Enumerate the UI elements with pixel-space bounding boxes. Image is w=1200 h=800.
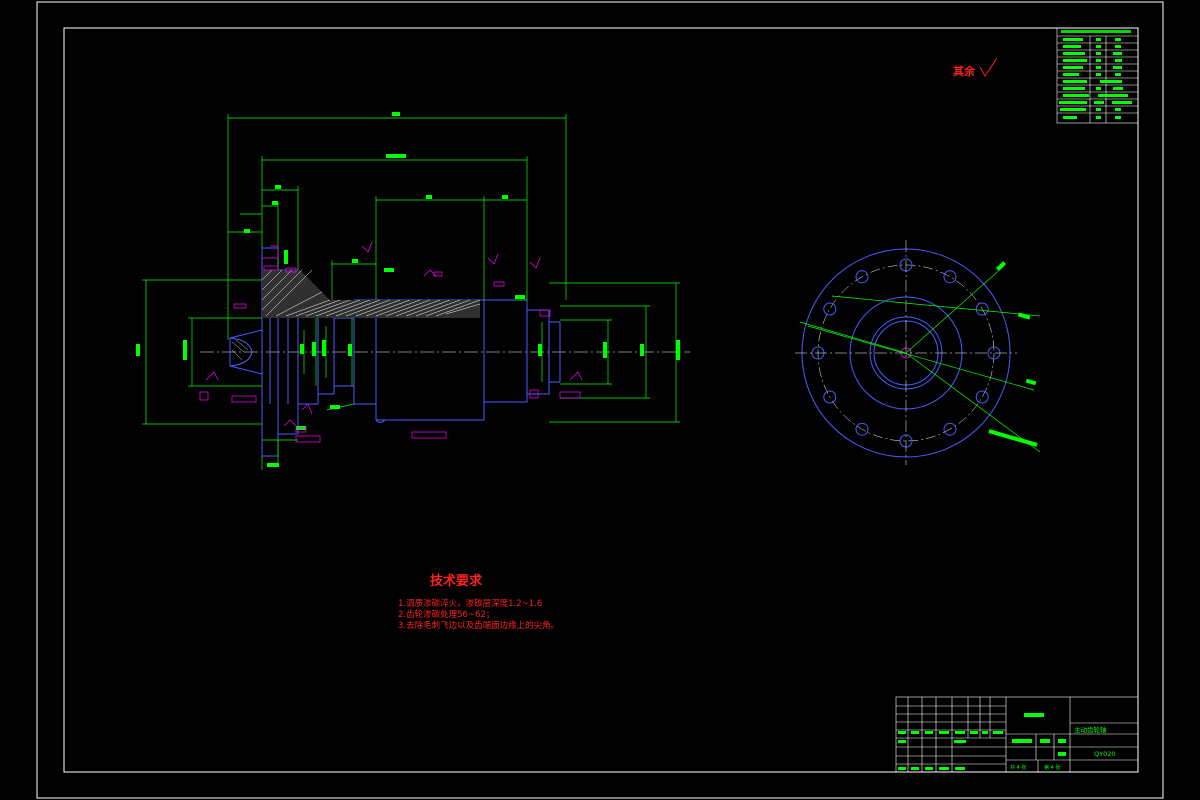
flange-end-view [795, 240, 1041, 465]
dimension-text-marks [136, 112, 680, 467]
tech-req-item-2: 2.齿轮渗碳处理56~62； [398, 609, 494, 620]
title-block [895, 696, 1139, 773]
end-view-centerlines [795, 240, 1017, 465]
tech-req-title: 技术要求 [430, 573, 483, 589]
part-name: 主动齿轮轴 [1074, 725, 1107, 734]
drawing-canvas: 其余 技术要求 1.调质渗碳淬火，渗碳层深度1.2~1.6 2.齿轮渗碳处理56… [36, 1, 1164, 799]
dimension-lines [142, 114, 680, 470]
shaft-side-view [136, 112, 690, 470]
section-hatch [231, 269, 481, 361]
tech-req-item-1: 1.调质渗碳淬火，渗碳层深度1.2~1.6 [398, 598, 542, 609]
sheet-total: 共 4 张 [1010, 764, 1026, 771]
check-symbol-icon [979, 57, 998, 77]
tech-req-item-3: 3.去除毛刺飞边以及齿端面边缘上的尖角。 [398, 620, 559, 631]
end-view-dimensions [799, 265, 1041, 453]
drawing-number: QY020 [1094, 750, 1116, 758]
sheet-number: 第 4 张 [1044, 764, 1060, 771]
title-block-signature-marks [898, 713, 1066, 770]
surface-finish-note: 其余 [953, 64, 976, 78]
parameter-table-marks [1059, 30, 1132, 119]
technical-requirements: 技术要求 1.调质渗碳淬火，渗碳层深度1.2~1.6 2.齿轮渗碳处理56~62… [398, 573, 559, 631]
